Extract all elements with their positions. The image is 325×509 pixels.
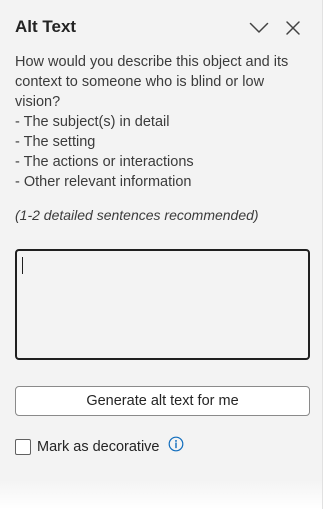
mark-decorative-checkbox[interactable] bbox=[15, 439, 31, 455]
pane-header: Alt Text bbox=[15, 15, 306, 43]
generate-alt-text-button[interactable]: Generate alt text for me bbox=[15, 386, 310, 416]
alt-text-pane: Alt Text How would you describe this obj… bbox=[0, 0, 323, 509]
instructions-intro: How would you describe this object and i… bbox=[15, 54, 289, 110]
close-button[interactable] bbox=[280, 15, 306, 41]
mark-decorative-label[interactable]: Mark as decorative bbox=[37, 439, 160, 455]
collapse-button[interactable] bbox=[246, 15, 272, 41]
text-caret bbox=[22, 257, 23, 274]
instruction-bullet: - The subject(s) in detail bbox=[15, 114, 170, 130]
close-icon bbox=[286, 21, 300, 35]
mark-decorative-row: Mark as decorative bbox=[15, 436, 184, 457]
instruction-bullet: - Other relevant information bbox=[15, 174, 192, 190]
info-icon[interactable] bbox=[168, 436, 184, 452]
instruction-bullet: - The setting bbox=[15, 134, 96, 150]
instruction-bullet: - The actions or interactions bbox=[15, 154, 194, 170]
alt-text-input[interactable] bbox=[15, 249, 310, 360]
length-hint: (1-2 detailed sentences recommended) bbox=[15, 207, 259, 223]
pane-title: Alt Text bbox=[15, 17, 77, 36]
chevron-down-icon bbox=[249, 22, 269, 33]
instructions: How would you describe this object and i… bbox=[15, 52, 311, 192]
